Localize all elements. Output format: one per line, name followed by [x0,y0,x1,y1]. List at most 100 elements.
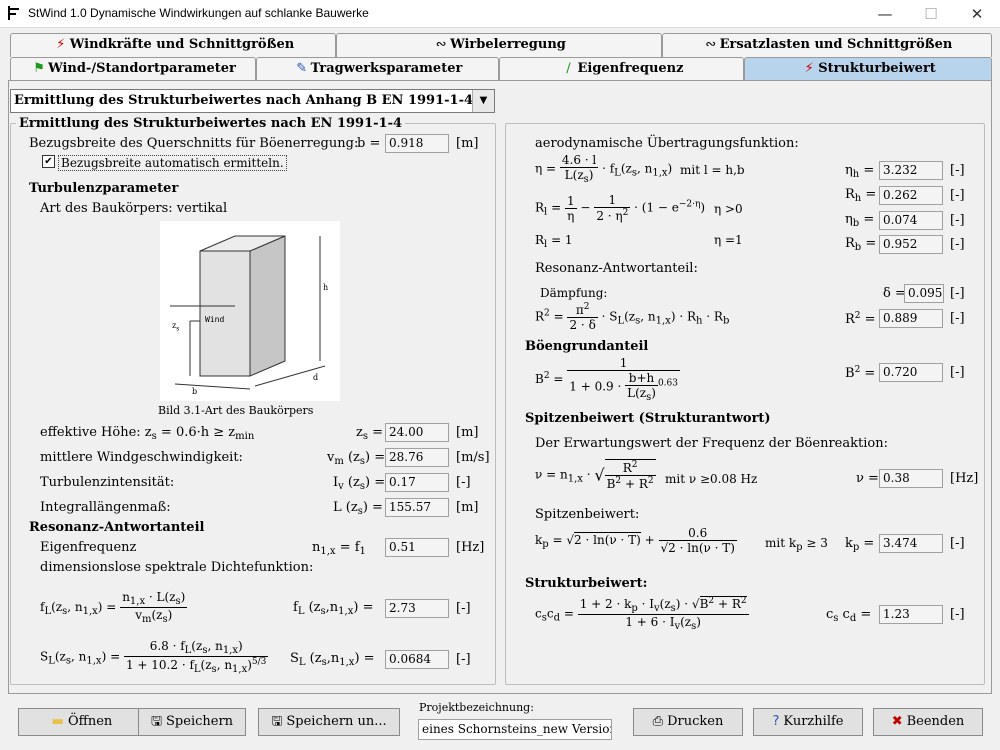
maximize-button[interactable]: ☐ [908,0,954,28]
cs-num-arg: (z [659,597,671,611]
cs-lhs2: c [546,606,554,621]
r2-num: π [575,303,584,317]
kp-input[interactable]: 3.474 [879,534,943,553]
b2-formula: B2 = 11 + 0.9 · b+h L(zs) 0.63 [535,356,680,403]
etah-eq: = [859,163,875,178]
cs-num-rest: · I [637,597,654,611]
nu-unit: [Hz] [950,471,979,486]
iv-input[interactable]: 0.17 [385,473,449,492]
floppy-icon: 🖫 [150,714,163,729]
tab-wirbelerregung[interactable]: ∾ Wirbelerregung [336,33,662,57]
tab-windkraefte[interactable]: ⚡ Windkräfte und Schnittgrößen [10,33,336,57]
method-select-value: Ermittlung des Strukturbeiwertes nach An… [14,93,474,108]
method-select[interactable]: Ermittlung des Strukturbeiwertes nach An… [10,89,495,113]
r2-rest-end: ) · R [670,309,696,324]
turbulenz-heading: Turbulenzparameter [29,181,179,196]
l-symbol: L (zs) = [333,500,383,517]
sl-sym-sub: L [298,657,306,668]
print-button[interactable]: ⎙ Drucken [633,708,743,736]
nu-fraction: R2 B2 + R2 [604,459,656,491]
project-input[interactable]: eines Schornsteins_new Version [418,719,612,740]
nu-den-exp2: 2 [647,476,654,486]
lightning-icon: ⚡ [56,37,66,52]
eta-b-input[interactable]: 0.074 [879,211,943,230]
help-button[interactable]: ? Kurzhilfe [753,708,863,736]
rl-eq: = [547,200,562,215]
close-button[interactable]: ✕ [954,0,1000,28]
delta-input[interactable]: 0.095 [904,284,944,303]
tab-label: Eigenfrequenz [577,61,684,76]
save-button[interactable]: 🖫 Speichern [138,708,246,736]
vortex-icon: ∾ [705,37,717,52]
l-eq: ) = [362,500,383,515]
b-symbol: b = [357,136,381,151]
b2-den: 1 + 0.9 · [569,379,626,394]
b-input[interactable]: 0.918 [385,134,449,153]
f-arg: (z [51,600,63,614]
b2-input[interactable]: 0.720 [879,363,943,382]
cs-lhs: c [535,606,542,621]
rl-tail-end: ) [700,200,706,215]
minimize-button[interactable]: — [862,0,908,28]
fl-num: n [122,590,130,604]
kp-mit-rest: ≥ 3 [802,536,828,550]
nu-lhs: ν = n [535,467,568,482]
r2-input[interactable]: 0.889 [879,309,943,328]
vm-input[interactable]: 28.76 [385,448,449,467]
cs-den: 1 + 6 · I [625,615,675,629]
fl-num-end: ) [180,590,186,604]
n-input[interactable]: 0.51 [385,538,449,557]
kp-mit: mit k [765,536,797,550]
sl-input[interactable]: 0.0684 [385,650,449,669]
iv-label: Turbulenzintensität: [40,475,175,490]
sl-fraction: 6.8 · fL(zs, n1,x) 1 + 10.2 · fL(zs, n1,x… [123,639,269,675]
fl-input[interactable]: 2.73 [385,599,449,618]
tab-ersatzlasten[interactable]: ∾ Ersatzlasten und Schnittgrößen [662,33,992,57]
nu-input[interactable]: 0.38 [879,469,943,488]
z-label-sub: s [176,325,180,333]
fl-sym-n-sub: 1,x [338,606,354,617]
quit-button[interactable]: ✖ Beenden [873,708,983,736]
tab-eigenfrequenz[interactable]: ∕ Eigenfrequenz [499,57,744,81]
kp-symbol: kp = [845,536,874,553]
sl-symbol: SL (zs,n1,x) = [290,651,375,668]
rl-tail: · (1 − e [634,200,679,215]
cscd-input[interactable]: 1.23 [879,605,943,624]
b2-inner-fraction: b+h L(zs) [625,371,658,403]
daempf-label: Dämpfung: [540,286,608,300]
vm-symbol: vm (zs) = [327,450,385,467]
r2-eq: = [549,309,564,324]
zs-input[interactable]: 24.00 [385,423,449,442]
r-b-input[interactable]: 0.952 [879,235,943,254]
eta-b-unit: [-] [950,213,965,228]
chevron-down-icon[interactable]: ▼ [472,90,494,112]
rl-f2d-exp: 2 [622,208,629,218]
checkbox-label[interactable]: Bezugsbreite automatisch ermitteln. [58,155,287,171]
fl-num-sub: 1,x [129,596,146,607]
tab-wind-standort[interactable]: ⚑ Wind-/Standortparameter [10,57,256,81]
auto-width-checkbox[interactable]: ✔ [42,155,55,168]
open-button[interactable]: ▬ Öffnen [18,708,146,736]
save-as-button[interactable]: 🖫 Speichern un... [258,708,400,736]
tab-tragwerk[interactable]: ✎ Tragwerksparameter [256,57,499,81]
erw-label: Der Erwartungswert der Frequenz der Böen… [535,436,888,451]
eta-h-input[interactable]: 3.232 [879,161,943,180]
tab-label: Strukturbeiwert [818,61,936,76]
r-h-input[interactable]: 0.262 [879,186,943,205]
iv-eq: ) = [365,475,386,490]
kp-fraction: 0.6 √2 · ln(ν · T) [658,526,737,555]
cs-root-rest: + R [714,597,741,611]
cs-num-end: ) · [675,597,689,611]
eta-rest-end: ) [667,161,673,176]
eta-rest-n: , n [636,161,653,176]
kp-formula: kp = √2 · ln(ν · T) + 0.6 √2 · ln(ν · T) [535,526,737,555]
l-input[interactable]: 155.57 [385,498,449,517]
eta-den-end: ) [588,168,594,182]
rl-cond1: η >0 [714,202,743,216]
rl-frac1: 1η [564,194,577,223]
tab-strukturbeiwert[interactable]: ⚡ Strukturbeiwert [744,57,992,81]
flag-icon: ⚑ [33,61,45,76]
sl-sym-arg: (z [305,651,322,666]
eff-rest: = 0.6·h ≥ z [156,425,236,440]
rh-eq: = [861,187,877,202]
